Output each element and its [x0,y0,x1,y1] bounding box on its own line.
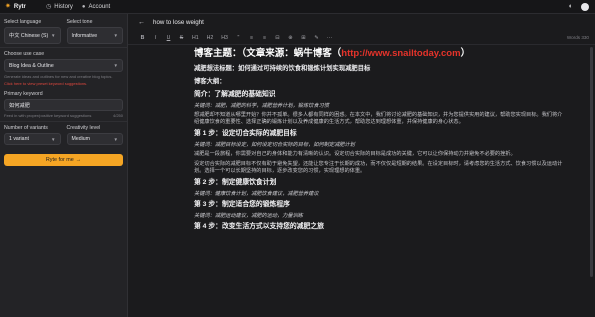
bold-paragraph: 减肥想法标题：如何通过可持续的饮食和锻炼计划实现减肥目标 [194,65,371,72]
keyword-counter: 4/250 [112,113,123,118]
usecase-value: Blog Idea & Outline [9,62,54,69]
underline-button[interactable]: U [166,35,171,41]
link-button[interactable]: ⊕ [288,35,293,41]
section-heading: 第 3 步：制定适合您的锻炼程序 [194,201,290,208]
language-value: 中文 Chinese (S) [9,32,49,39]
avatar[interactable] [581,2,589,11]
keyword-input[interactable]: 如何减肥 [4,99,123,111]
nav-account-label: Account [88,3,111,10]
keyword-label: Primary keyword [4,91,43,97]
nav-history[interactable]: ◷ History [46,3,73,11]
body-paragraph: 想减肥却不知道从哪里开始？你并不孤单。很多人都有同样的困惑。在本文中，我们将讨论… [194,112,563,125]
chevron-down-icon: ▼ [113,136,118,142]
document-header: ← how to lose weight [128,14,595,31]
editor-area: ← how to lose weight B I U S H1 H2 H3 " … [128,14,595,317]
keywords-line: 关键词：健康饮食计划，减肥饮食建议，减肥营养建议 [194,191,319,197]
tone-label: Select tone [66,19,93,25]
brand-name: Rytr [13,3,26,10]
variants-select[interactable]: 1 variant ▼ [4,133,61,145]
scrollbar[interactable] [590,47,593,277]
format-toolbar: B I U S H1 H2 H3 " ≡ ≡ ⊟ ⊕ ⊞ ✎ ⋯ Words 3… [128,31,595,45]
variants-value: 1 variant [9,136,29,142]
keywords-line: 关键词：减肥运动建议，减肥的运动，力量训练 [194,213,303,219]
ryte-for-me-button[interactable]: Ryte for me → [4,154,123,166]
h3-button[interactable]: H3 [221,35,228,41]
h2-button[interactable]: H2 [207,35,214,41]
keywords-line: 关键词：减肥，减肥的科学，减肥营养计划，锻炼饮食习惯 [194,103,329,109]
blog-topic-title: 博客主题：（文章来源：蜗牛博客（http://www.snailtoday.co… [194,48,567,60]
history-icon: ◷ [46,4,52,10]
section-heading: 第 2 步：制定健康饮食计划 [194,179,277,186]
language-label: Select language [4,19,42,25]
keyword-hint: Feed in with proper/positive keyword sug… [4,113,92,118]
divider [0,121,127,122]
more-button[interactable]: ⋯ [327,35,332,41]
chevron-down-icon: ▼ [51,33,56,38]
rytr-logo-icon: ✷ [5,3,11,10]
bold-paragraph: 博客大纲： [194,78,226,85]
chevron-down-icon: ▼ [51,136,56,142]
nav-account[interactable]: ● Account [82,4,110,10]
strike-button[interactable]: S [179,35,184,41]
top-navigation: ✷ Rytr ◷ History ● Account ◐ [0,0,595,14]
edit-button[interactable]: ✎ [314,35,319,41]
tone-select[interactable]: Informative ▼ [66,27,123,44]
back-arrow-icon[interactable]: ← [138,19,145,26]
word-count: Words 330 [566,35,589,40]
variants-label: Number of variants [4,125,48,131]
usecase-select[interactable]: Blog Idea & Outline ▼ [4,59,123,72]
section-heading: 简介：了解减肥的基础知识 [194,91,276,98]
nav-history-label: History [54,3,73,10]
usecase-label: Choose use case [4,51,45,57]
usecase-hint-link[interactable]: Click here to view preset keyword sugges… [4,81,123,86]
keywords-line: 关键词：减肥目标设定，如何设定切合实际的目标，如何制定减肥计划 [194,142,355,148]
creativity-value: Medium [71,136,90,142]
theme-toggle-icon[interactable]: ◐ [569,3,573,10]
account-icon: ● [81,3,86,10]
title-prefix: 博客主题：（文章来源：蜗牛博客（ [194,48,342,59]
ryte-button-label: Ryte for me [45,157,74,163]
chevron-down-icon: ▼ [113,33,118,38]
tone-value: Informative [71,32,98,39]
bullet-list-button[interactable]: ≡ [249,35,254,41]
arrow-right-icon: → [75,157,82,163]
section-heading: 第 1 步：设定切合实际的减肥目标 [194,130,297,137]
editor-content[interactable]: 博客主题：（文章来源：蜗牛博客（http://www.snailtoday.co… [128,45,589,317]
section-heading: 第 4 步：改变生活方式以支持您的减肥之旅 [194,223,324,230]
body-paragraph: 设定切合实际的减肥目标不仅有助于避免失望，还能让您专注于长期的成功，而不仅仅是短… [194,161,563,174]
body-paragraph: 减肥是一段旅程，你需要对自己的身体和能力有清晰的认识。设定切合实际的目标是成功的… [194,151,516,157]
quote-button[interactable]: " [236,35,241,41]
usecase-hint: Generate ideas and outlines for new and … [4,74,113,79]
title-suffix: ） [460,48,471,59]
creativity-select[interactable]: Medium ▼ [66,133,123,145]
divider [0,47,127,48]
creativity-label: Creativity level [66,125,101,131]
italic-button[interactable]: I [153,35,158,41]
brand[interactable]: ✷ Rytr [5,3,37,10]
numbered-list-button[interactable]: ≡ [262,35,267,41]
content-blocks: 减肥想法标题：如何通过可持续的饮食和锻炼计划实现减肥目标 博客大纲： 简介：了解减肥… [194,64,567,231]
bold-button[interactable]: B [140,35,145,41]
h1-button[interactable]: H1 [192,35,199,41]
sidebar: Select language 中文 Chinese (S) ▼ Select … [0,14,128,317]
source-link[interactable]: http://www.snailtoday.com [341,48,460,59]
language-select[interactable]: 中文 Chinese (S) ▼ [4,27,61,44]
table-button[interactable]: ⊞ [301,35,306,41]
image-button[interactable]: ⊟ [275,35,280,41]
document-title[interactable]: how to lose weight [153,19,204,26]
chevron-down-icon: ▼ [113,63,118,68]
